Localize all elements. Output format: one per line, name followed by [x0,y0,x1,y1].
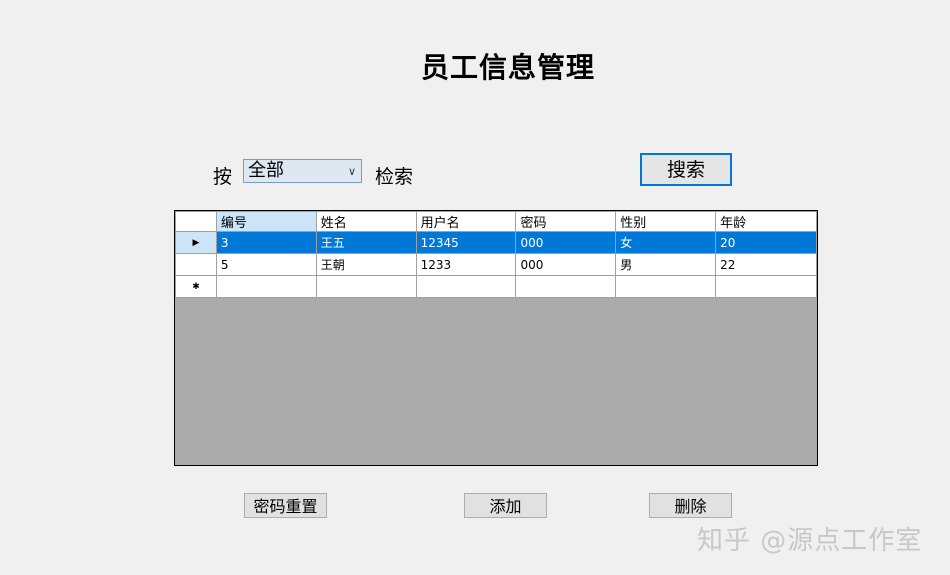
employee-data-grid[interactable]: 编号 姓名 用户名 密码 性别 年龄 ▶ 3 王五 12345 000 女 20… [174,210,818,466]
table-cell[interactable]: 王五 [315,231,417,254]
table-cell[interactable]: 12345 [415,231,517,254]
table-cell[interactable] [515,275,617,298]
search-field-select[interactable]: 全部 ∨ [243,159,362,183]
table-cell[interactable] [215,275,317,298]
row-header-cell[interactable]: ✱ [175,275,217,298]
delete-button[interactable]: 删除 [649,493,732,518]
page-title: 员工信息管理 [420,51,595,84]
column-header-password[interactable]: 密码 [515,211,617,232]
column-header-gender[interactable]: 性别 [615,211,717,232]
search-field-value: 全部 [248,160,284,181]
table-cell[interactable]: 1233 [415,253,517,276]
table-cell[interactable]: 000 [515,231,617,254]
column-header-id[interactable]: 编号 [215,211,317,232]
table-cell[interactable]: 男 [615,253,717,276]
table-row[interactable]: ▶ 3 王五 12345 000 女 20 [175,231,817,254]
table-cell[interactable] [715,275,817,298]
table-cell[interactable] [315,275,417,298]
table-cell[interactable]: 000 [515,253,617,276]
table-row[interactable]: 5 王朝 1233 000 男 22 [175,253,817,276]
table-cell[interactable] [615,275,717,298]
new-row[interactable]: ✱ [175,275,817,298]
row-header-cell[interactable] [175,253,217,276]
reset-password-button[interactable]: 密码重置 [244,493,327,518]
column-header-username[interactable]: 用户名 [415,211,517,232]
table-cell[interactable]: 女 [615,231,717,254]
table-cell[interactable]: 3 [215,231,317,254]
triangle-right-icon: ▶ [192,237,200,248]
table-cell[interactable]: 20 [715,231,817,254]
employee-table: 编号 姓名 用户名 密码 性别 年龄 ▶ 3 王五 12345 000 女 20… [175,211,817,298]
table-cell[interactable]: 22 [715,253,817,276]
table-header-row: 编号 姓名 用户名 密码 性别 年龄 [175,211,817,232]
chevron-down-icon[interactable]: ∨ [348,161,356,183]
add-button[interactable]: 添加 [464,493,547,518]
row-header-cell[interactable]: ▶ [175,231,217,254]
watermark: 知乎 @源点工作室 [697,526,923,556]
table-cell[interactable] [415,275,517,298]
corner-header-cell[interactable] [175,211,217,232]
asterisk-icon: ✱ [192,281,200,292]
column-header-age[interactable]: 年龄 [715,211,817,232]
table-cell[interactable]: 5 [215,253,317,276]
search-button[interactable]: 搜索 [640,153,732,186]
column-header-name[interactable]: 姓名 [315,211,417,232]
table-cell[interactable]: 王朝 [315,253,417,276]
search-prefix-label: 按 [213,166,233,188]
search-suffix-label: 检索 [375,166,414,188]
